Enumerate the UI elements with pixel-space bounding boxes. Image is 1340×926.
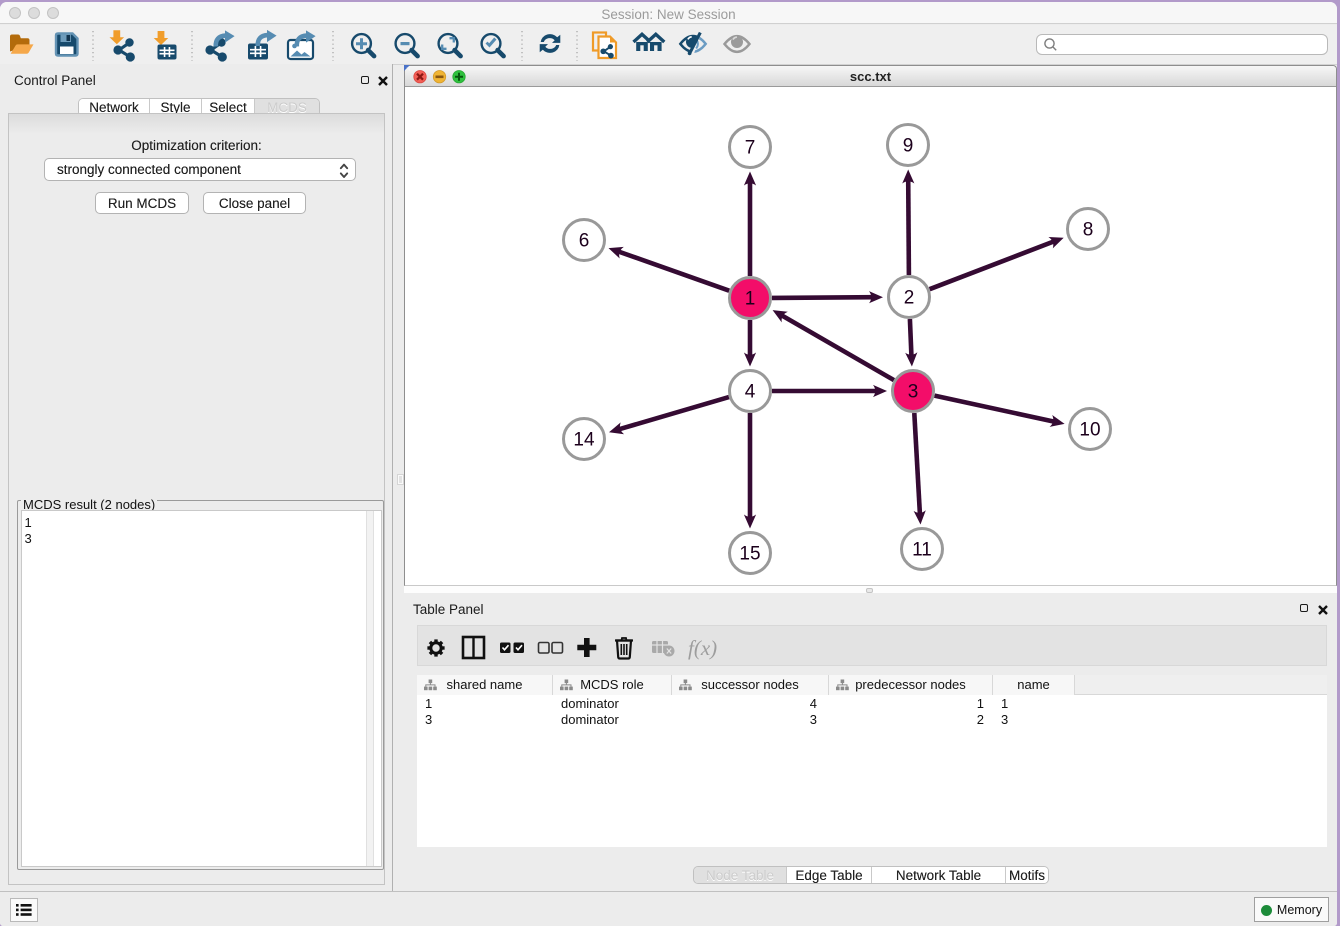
svg-text:10: 10: [1079, 420, 1100, 441]
svg-text:f(x): f(x): [688, 636, 717, 660]
svg-text:11: 11: [912, 540, 932, 561]
svg-text:14: 14: [573, 430, 595, 451]
svg-text:4: 4: [745, 382, 756, 403]
svg-text:7: 7: [745, 138, 756, 159]
svg-text:15: 15: [739, 544, 760, 565]
svg-text:2: 2: [904, 288, 915, 309]
svg-text:1: 1: [745, 289, 756, 310]
svg-text:8: 8: [1083, 220, 1094, 241]
svg-text:9: 9: [903, 136, 914, 157]
svg-text:3: 3: [908, 382, 919, 403]
svg-text:6: 6: [579, 231, 590, 252]
